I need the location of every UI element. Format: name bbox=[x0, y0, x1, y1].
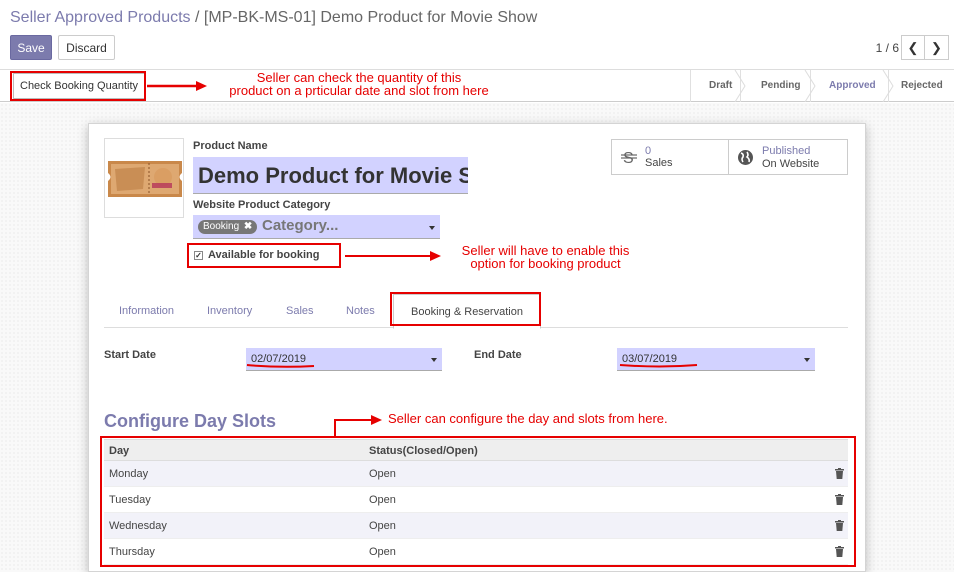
category-tag: Booking ✖ bbox=[198, 220, 258, 234]
tab-information[interactable]: Information bbox=[119, 305, 174, 317]
product-name-input[interactable]: Demo Product for Movie Show bbox=[193, 157, 468, 194]
published-status: Published bbox=[762, 145, 811, 157]
breadcrumb-separator: / bbox=[195, 9, 200, 26]
breadcrumb-parent-link[interactable]: Seller Approved Products bbox=[10, 9, 191, 26]
trash-icon[interactable] bbox=[835, 546, 844, 557]
pager-counter: 1 / 6 bbox=[875, 41, 899, 55]
category-field[interactable]: Booking ✖ Category... bbox=[193, 215, 440, 239]
cell-day: Monday bbox=[109, 468, 149, 480]
breadcrumb: Seller Approved Products / [MP-BK-MS-01]… bbox=[10, 9, 537, 27]
annotation-line: option for booking product bbox=[470, 256, 621, 271]
category-input[interactable]: Category... bbox=[262, 217, 338, 234]
annotation-enable-booking: Seller will have to enable this option f… bbox=[443, 244, 648, 270]
annotation-configure-slots: Seller can configure the day and slots f… bbox=[388, 411, 668, 426]
pager-next-button[interactable]: ❯ bbox=[925, 35, 949, 60]
end-date-value: 03/07/2019 bbox=[622, 353, 678, 365]
annotation-line: product on a prticular date and slot fro… bbox=[229, 83, 489, 98]
dropdown-caret-icon[interactable] bbox=[804, 358, 810, 362]
pager-previous-button[interactable]: ❮ bbox=[901, 35, 925, 60]
discard-button[interactable]: Discard bbox=[58, 35, 115, 60]
control-panel: Seller Approved Products / [MP-BK-MS-01]… bbox=[0, 0, 954, 70]
published-stat-button[interactable]: Published On Website bbox=[729, 139, 848, 175]
product-image[interactable] bbox=[104, 138, 184, 218]
column-header-status[interactable]: Status(Closed/Open) bbox=[369, 445, 478, 457]
ticket-image-icon bbox=[105, 139, 183, 217]
available-booking-field: ✓ Available for booking bbox=[194, 249, 319, 261]
sales-icon: S bbox=[621, 150, 637, 166]
tab-booking-reservation[interactable]: Booking & Reservation bbox=[393, 294, 541, 329]
sales-stat-button[interactable]: S 0 Sales bbox=[611, 139, 729, 175]
table-header: Day Status(Closed/Open) bbox=[104, 439, 848, 461]
category-tag-label: Booking bbox=[203, 221, 240, 232]
configure-day-slots-title: Configure Day Slots bbox=[104, 411, 277, 431]
column-header-day[interactable]: Day bbox=[109, 445, 129, 457]
save-button[interactable]: Save bbox=[10, 35, 52, 60]
product-name-label: Product Name bbox=[193, 140, 268, 152]
cell-status: Open bbox=[369, 520, 396, 532]
trash-icon[interactable] bbox=[835, 520, 844, 531]
start-date-label: Start Date bbox=[104, 349, 156, 361]
cell-day: Wednesday bbox=[109, 520, 167, 532]
stage-chevrons bbox=[734, 70, 894, 102]
globe-icon bbox=[738, 150, 753, 165]
start-date-input[interactable]: 02/07/2019 bbox=[246, 348, 442, 371]
cell-day: Tuesday bbox=[109, 494, 151, 506]
end-date-input[interactable]: 03/07/2019 bbox=[617, 348, 815, 371]
trash-icon[interactable] bbox=[835, 468, 844, 479]
cell-day: Thursday bbox=[109, 546, 155, 558]
notebook-tabs: Information Inventory Sales Notes Bookin… bbox=[104, 294, 848, 329]
table-row[interactable]: Wednesday Open bbox=[104, 513, 848, 539]
form-sheet: Product Name Demo Product for Movie Show… bbox=[88, 123, 866, 572]
dropdown-caret-icon[interactable] bbox=[429, 226, 435, 230]
sales-count: 0 bbox=[645, 145, 652, 157]
tag-remove-icon[interactable]: ✖ bbox=[244, 221, 252, 232]
table-row[interactable]: Monday Open bbox=[104, 461, 848, 487]
check-booking-quantity-button[interactable]: Check Booking Quantity bbox=[13, 73, 146, 99]
start-date-value: 02/07/2019 bbox=[251, 353, 307, 365]
sales-label: Sales bbox=[645, 157, 673, 169]
table-row[interactable]: Thursday Open bbox=[104, 539, 848, 565]
cell-status: Open bbox=[369, 468, 396, 480]
dropdown-caret-icon[interactable] bbox=[431, 358, 437, 362]
published-label: On Website bbox=[762, 158, 820, 170]
chevron-right-icon: ❯ bbox=[931, 39, 942, 55]
category-label: Website Product Category bbox=[193, 199, 331, 211]
breadcrumb-current: [MP-BK-MS-01] Demo Product for Movie Sho… bbox=[203, 9, 538, 26]
tab-notes[interactable]: Notes bbox=[346, 305, 375, 317]
available-booking-label: Available for booking bbox=[208, 249, 320, 261]
cell-status: Open bbox=[369, 546, 396, 558]
tab-inventory[interactable]: Inventory bbox=[207, 305, 252, 317]
day-slots-table: Day Status(Closed/Open) Monday Open Tues… bbox=[104, 439, 848, 565]
table-row[interactable]: Tuesday Open bbox=[104, 487, 848, 513]
annotation-check-quantity: Seller can check the quantity of this pr… bbox=[203, 71, 515, 97]
available-booking-checkbox[interactable]: ✓ bbox=[194, 250, 203, 260]
tab-sales[interactable]: Sales bbox=[286, 305, 314, 317]
cell-status: Open bbox=[369, 494, 396, 506]
end-date-label: End Date bbox=[474, 349, 522, 361]
chevron-left-icon: ❮ bbox=[907, 39, 919, 55]
trash-icon[interactable] bbox=[835, 494, 844, 505]
